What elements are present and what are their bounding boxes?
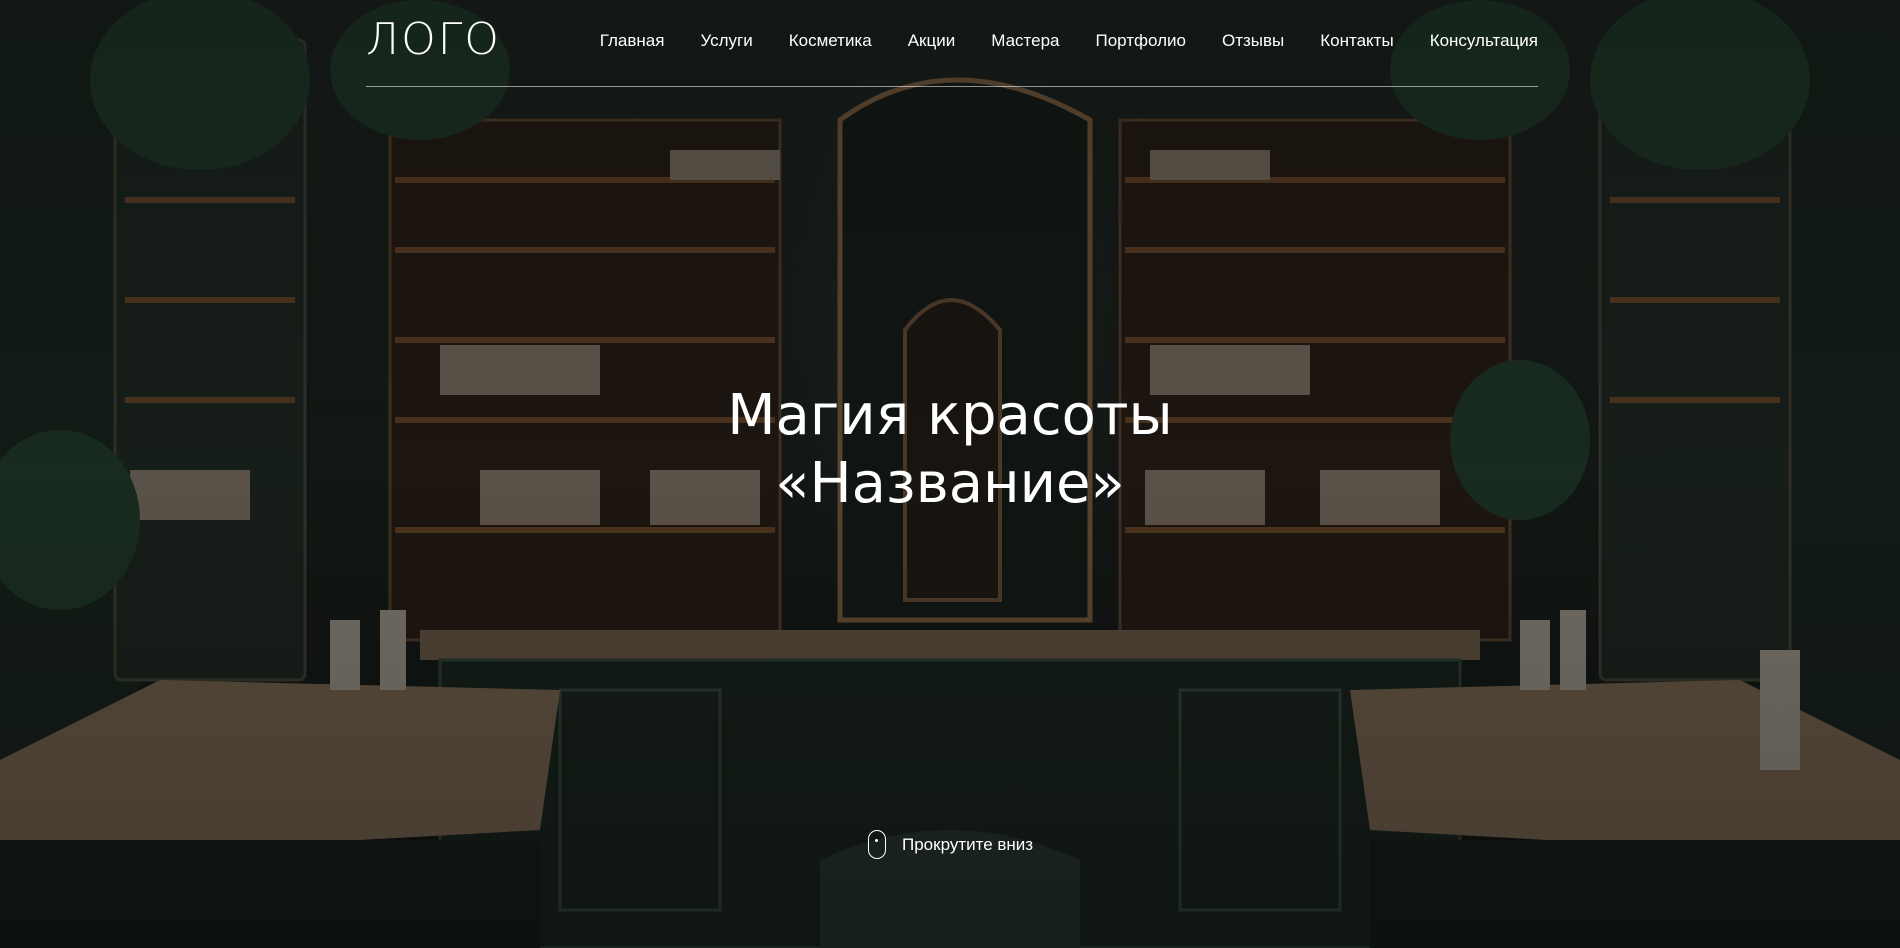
nav-link-services[interactable]: Услуги	[700, 30, 752, 52]
nav-link-masters[interactable]: Мастера	[991, 30, 1059, 52]
nav-link-promotions[interactable]: Акции	[908, 30, 956, 52]
nav-link-consultation[interactable]: Консультация	[1430, 30, 1538, 52]
nav-link-portfolio[interactable]: Портфолио	[1095, 30, 1185, 52]
nav-link-home[interactable]: Главная	[600, 30, 665, 52]
mouse-icon	[868, 830, 886, 859]
main-nav: Главная Услуги Косметика Акции Мастера П…	[600, 30, 1538, 52]
nav-link-cosmetics[interactable]: Косметика	[789, 30, 872, 52]
nav-link-contacts[interactable]: Контакты	[1320, 30, 1393, 52]
hero-title: Магия красоты «Название»	[650, 382, 1250, 518]
hero-title-line-2: «Название»	[775, 451, 1125, 516]
site-header: ЛОГО Главная Услуги Косметика Акции Маст…	[366, 0, 1538, 87]
scroll-down-button[interactable]: Прокрутите вниз	[868, 830, 1033, 859]
hero-title-line-1: Магия красоты	[727, 383, 1173, 448]
nav-link-reviews[interactable]: Отзывы	[1222, 30, 1284, 52]
scroll-down-label: Прокрутите вниз	[902, 834, 1034, 854]
logo[interactable]: ЛОГО	[366, 14, 501, 66]
hero-section: ЛОГО Главная Услуги Косметика Акции Маст…	[0, 0, 1900, 948]
